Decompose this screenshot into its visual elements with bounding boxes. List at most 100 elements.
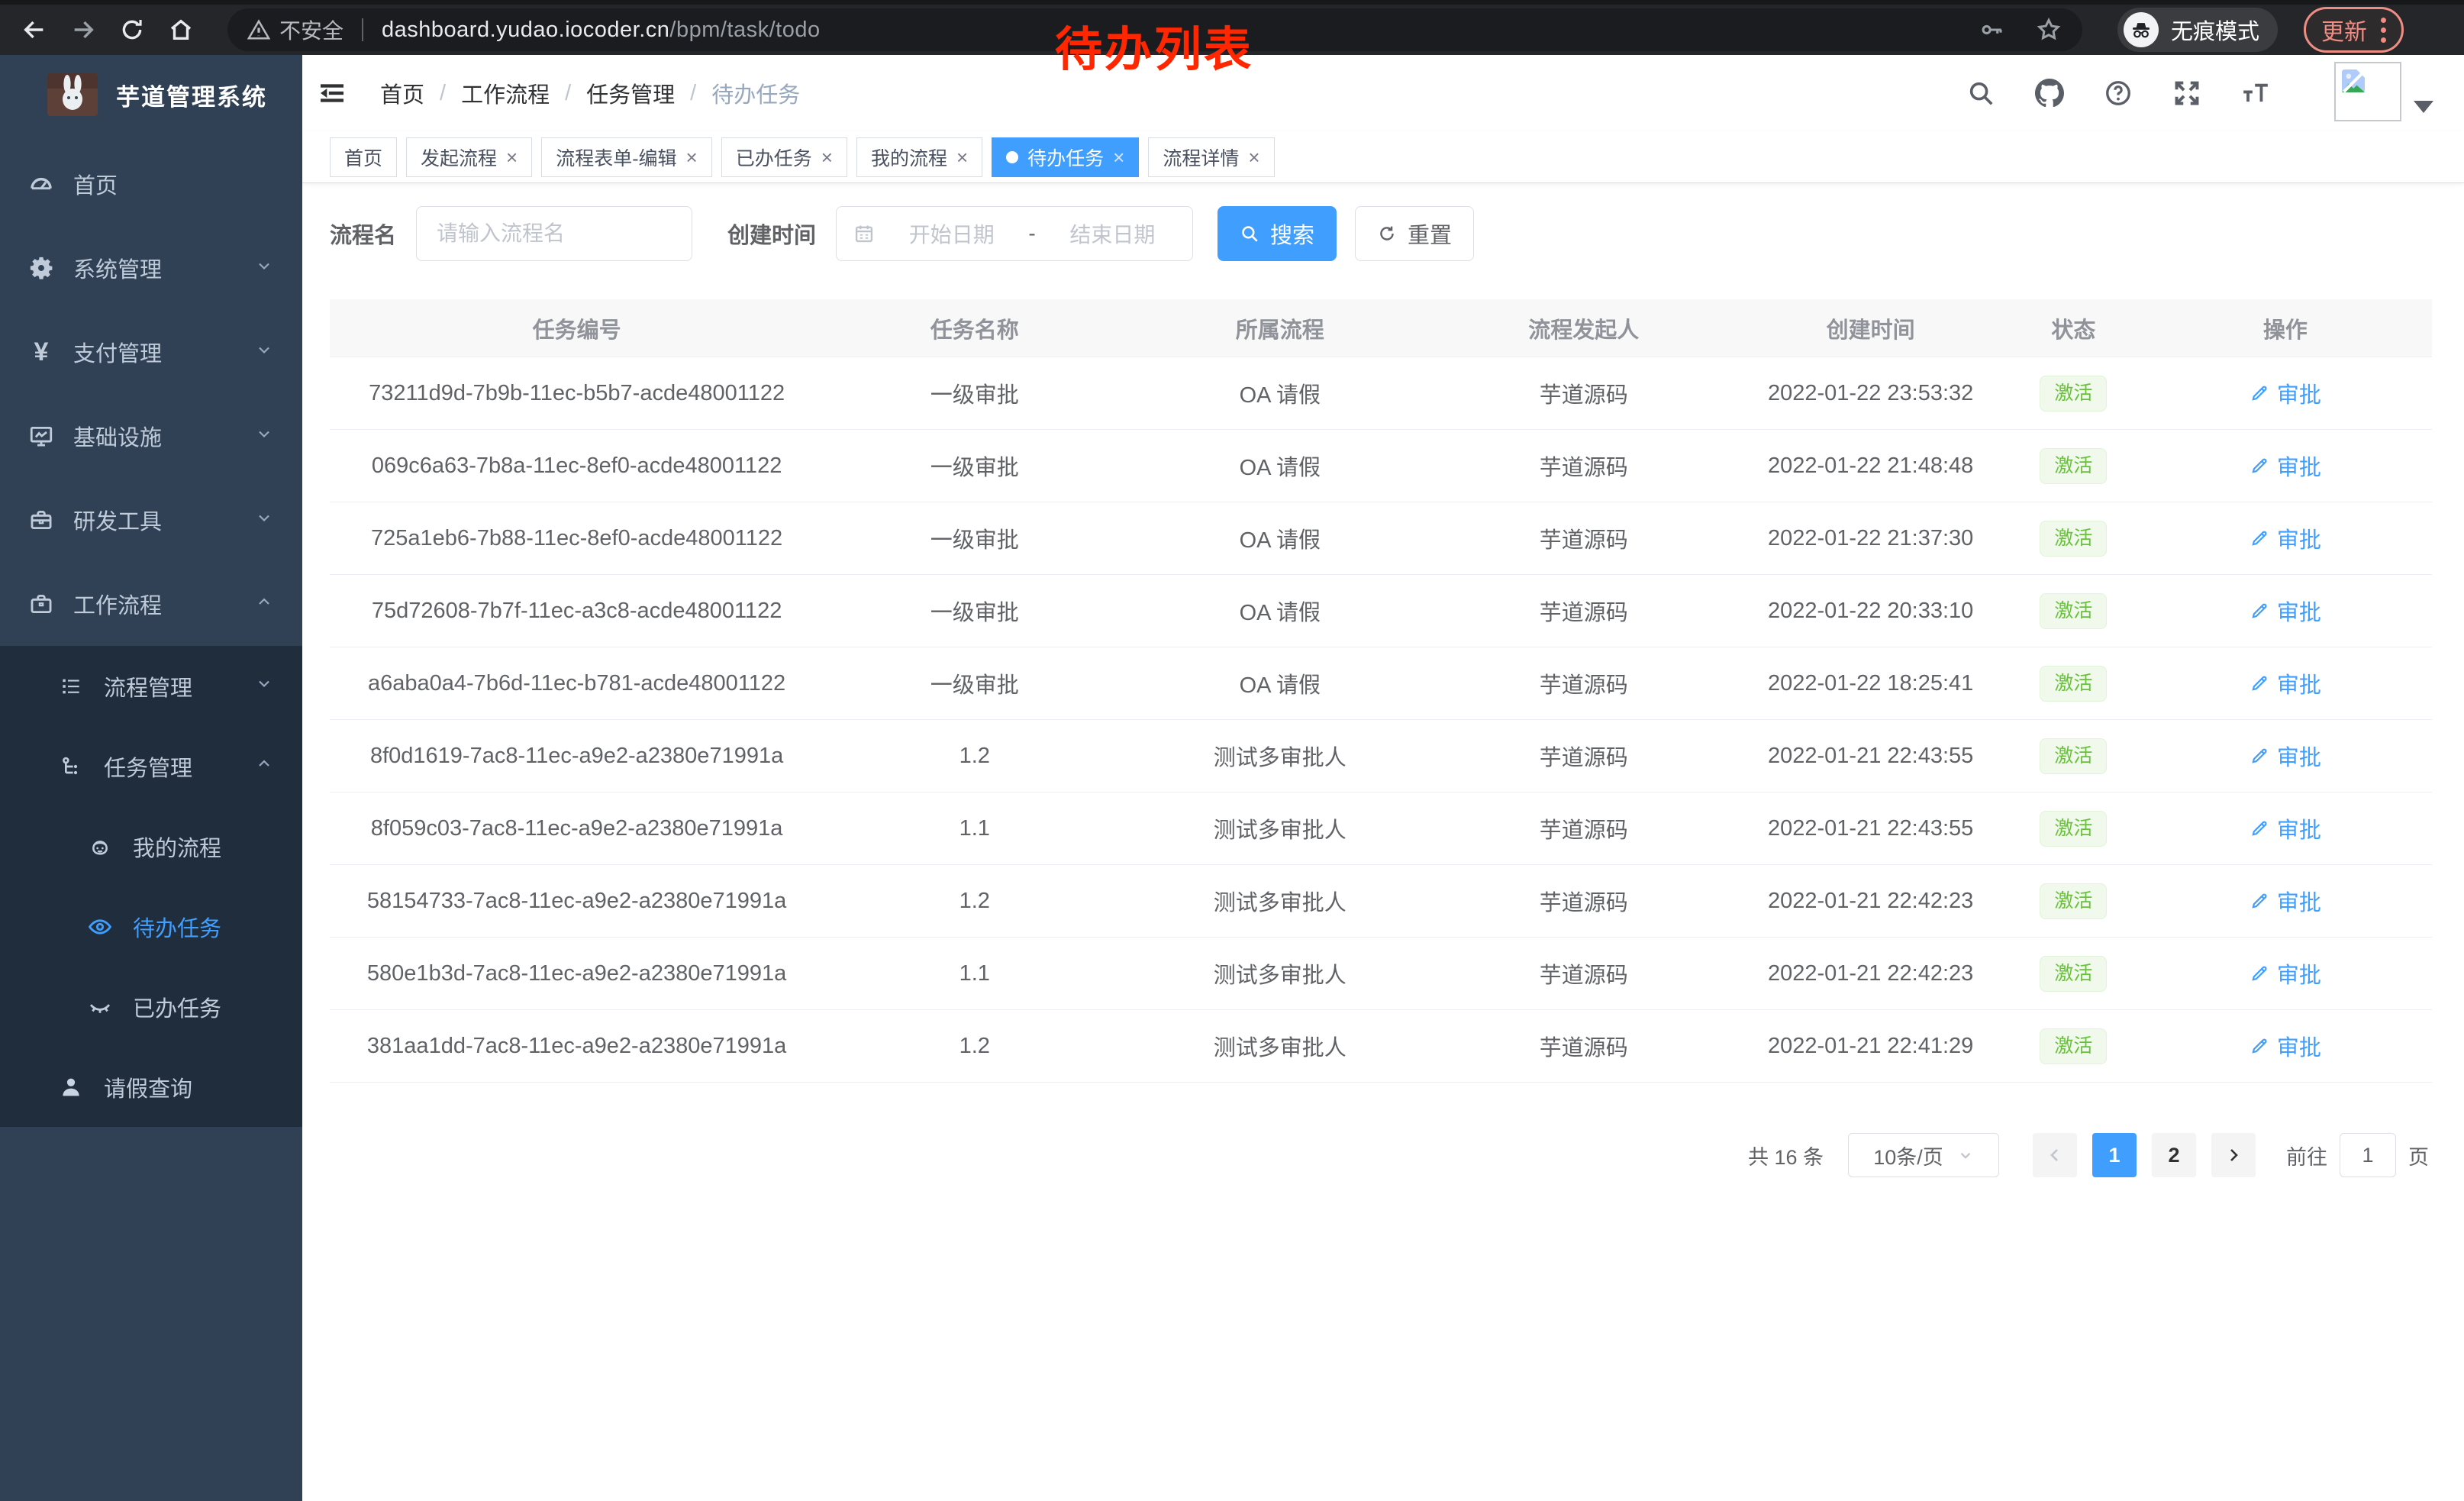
sidebar-item-todo-tasks[interactable]: 待办任务 <box>0 886 302 967</box>
app-logo-row[interactable]: 芋道管理系统 <box>0 55 302 134</box>
flow-cell: 测试多审批人 <box>1125 957 1434 989</box>
edit-pen-icon <box>2250 456 2269 476</box>
col-create-time: 创建时间 <box>1733 312 2008 344</box>
sidebar-item-home[interactable]: 首页 <box>0 142 302 226</box>
time-cell: 2022-01-21 22:41:29 <box>1733 1034 2008 1059</box>
todo-table: 任务编号 任务名称 所属流程 流程发起人 创建时间 状态 操作 73211d9d… <box>330 299 2432 1083</box>
starter-cell: 芋道源码 <box>1434 740 1733 772</box>
tag-start-process[interactable]: 发起流程× <box>406 137 532 177</box>
prev-page-button[interactable] <box>2033 1133 2077 1177</box>
total-count: 共 16 条 <box>1748 1141 1824 1170</box>
tag-done-tasks[interactable]: 已办任务× <box>721 137 847 177</box>
goto-page-input[interactable] <box>2340 1133 2396 1177</box>
next-page-button[interactable] <box>2211 1133 2256 1177</box>
approve-link[interactable]: 审批 <box>2250 1030 2321 1062</box>
chevron-up-icon <box>255 754 273 779</box>
approve-link[interactable]: 审批 <box>2250 595 2321 627</box>
url-text[interactable]: dashboard.yudao.iocoder.cn/bpm/task/todo <box>382 18 821 43</box>
sidebar-item-label: 任务管理 <box>104 750 192 783</box>
sidebar-item-label: 系统管理 <box>73 252 162 284</box>
end-date-placeholder: 结束日期 <box>1050 218 1176 249</box>
browser-forward-icon[interactable] <box>69 15 98 44</box>
browser-back-icon[interactable] <box>20 15 49 44</box>
edit-pen-icon <box>2250 601 2269 621</box>
help-icon[interactable] <box>2102 77 2134 109</box>
time-cell: 2022-01-21 22:42:23 <box>1733 961 2008 986</box>
starter-cell: 芋道源码 <box>1434 595 1733 627</box>
sidebar-item-process-mgmt[interactable]: 流程管理 <box>0 646 302 726</box>
col-status: 状态 <box>2008 312 2139 344</box>
page-size-select[interactable]: 10条/页 <box>1848 1133 1999 1177</box>
tag-process-detail[interactable]: 流程详情× <box>1148 137 1274 177</box>
tag-form-edit[interactable]: 流程表单-编辑× <box>541 137 712 177</box>
sidebar-item-task-mgmt[interactable]: 任务管理 <box>0 726 302 806</box>
sidebar-item-dev-tools[interactable]: 研发工具 <box>0 478 302 562</box>
sidebar-item-leave-query[interactable]: 请假查询 <box>0 1047 302 1127</box>
breadcrumb-workflow[interactable]: 工作流程 <box>461 77 550 109</box>
avatar-caret-icon[interactable] <box>2414 101 2433 113</box>
flow-cell: 测试多审批人 <box>1125 1030 1434 1062</box>
approve-link[interactable]: 审批 <box>2250 812 2321 844</box>
approve-link[interactable]: 审批 <box>2250 667 2321 699</box>
close-icon[interactable]: × <box>686 147 698 167</box>
table-header-row: 任务编号 任务名称 所属流程 流程发起人 创建时间 状态 操作 <box>330 299 2432 357</box>
sidebar-item-workflow[interactable]: 工作流程 <box>0 562 302 646</box>
sidebar-item-infrastructure[interactable]: 基础设施 <box>0 394 302 478</box>
github-icon[interactable] <box>2033 77 2066 109</box>
date-range-picker[interactable]: 开始日期 - 结束日期 <box>836 206 1193 261</box>
sidebar-item-system[interactable]: 系统管理 <box>0 226 302 310</box>
approve-link[interactable]: 审批 <box>2250 740 2321 772</box>
tag-my-process[interactable]: 我的流程× <box>856 137 982 177</box>
sidebar-item-payment[interactable]: ¥ 支付管理 <box>0 310 302 394</box>
task-name-cell: 一级审批 <box>824 595 1125 627</box>
chevron-down-icon <box>1957 1147 1974 1164</box>
task-id-cell: 381aa1dd-7ac8-11ec-a9e2-a2380e71991a <box>330 1034 824 1059</box>
font-size-icon[interactable] <box>2240 77 2272 109</box>
close-icon[interactable]: × <box>1248 147 1259 167</box>
browser-home-icon[interactable] <box>166 15 195 44</box>
avatar[interactable] <box>2334 62 2401 121</box>
sidebar-menu: 首页 系统管理 ¥ 支付管理 <box>0 134 302 1127</box>
browser-reload-icon[interactable] <box>118 15 147 44</box>
sidebar-item-label: 请假查询 <box>104 1071 192 1103</box>
incognito-label: 无痕模式 <box>2171 14 2259 46</box>
close-icon[interactable]: × <box>821 147 833 167</box>
browser-menu-icon[interactable] <box>2381 18 2386 43</box>
approve-link[interactable]: 审批 <box>2250 450 2321 482</box>
close-icon[interactable]: × <box>956 147 968 167</box>
sidebar-item-my-process[interactable]: 我的流程 <box>0 806 302 886</box>
close-icon[interactable]: × <box>1113 147 1124 167</box>
starter-cell: 芋道源码 <box>1434 377 1733 409</box>
page-unit-label: 页 <box>2408 1141 2429 1170</box>
browser-update-button[interactable]: 更新 <box>2304 7 2404 53</box>
bookmark-star-icon[interactable] <box>2035 16 2062 44</box>
sidebar-item-label: 支付管理 <box>73 336 162 368</box>
main-area: 首页 / 工作流程 / 任务管理 / 待办任务 <box>302 55 2464 1501</box>
not-secure-warning[interactable]: 不安全 <box>247 15 343 45</box>
search-icon[interactable] <box>1965 77 1997 109</box>
fullscreen-icon[interactable] <box>2171 77 2203 109</box>
approve-link[interactable]: 审批 <box>2250 377 2321 409</box>
tag-todo-tasks[interactable]: 待办任务× <box>992 137 1139 177</box>
breadcrumb-task-mgmt[interactable]: 任务管理 <box>586 77 675 109</box>
password-key-icon[interactable] <box>1979 17 2004 43</box>
incognito-icon <box>2124 12 2159 47</box>
page-button-2[interactable]: 2 <box>2152 1133 2196 1177</box>
tag-home[interactable]: 首页× <box>330 137 397 177</box>
page-button-1[interactable]: 1 <box>2092 1133 2137 1177</box>
reset-button[interactable]: 重置 <box>1355 206 1474 261</box>
flow-cell: OA 请假 <box>1125 377 1434 409</box>
approve-link[interactable]: 审批 <box>2250 885 2321 917</box>
incognito-badge: 无痕模式 <box>2117 8 2278 52</box>
robot-icon <box>87 834 113 859</box>
approve-link[interactable]: 审批 <box>2250 522 2321 554</box>
approve-link[interactable]: 审批 <box>2250 957 2321 989</box>
search-button[interactable]: 搜索 <box>1217 206 1337 261</box>
task-id-cell: 8f059c03-7ac8-11ec-a9e2-a2380e71991a <box>330 816 824 841</box>
sidebar-collapse-icon[interactable] <box>316 77 348 109</box>
breadcrumb-home[interactable]: 首页 <box>380 77 424 109</box>
close-icon[interactable]: × <box>506 147 518 167</box>
process-name-input[interactable] <box>416 206 692 261</box>
sidebar-item-done-tasks[interactable]: 已办任务 <box>0 967 302 1047</box>
col-task-name: 任务名称 <box>824 312 1125 344</box>
